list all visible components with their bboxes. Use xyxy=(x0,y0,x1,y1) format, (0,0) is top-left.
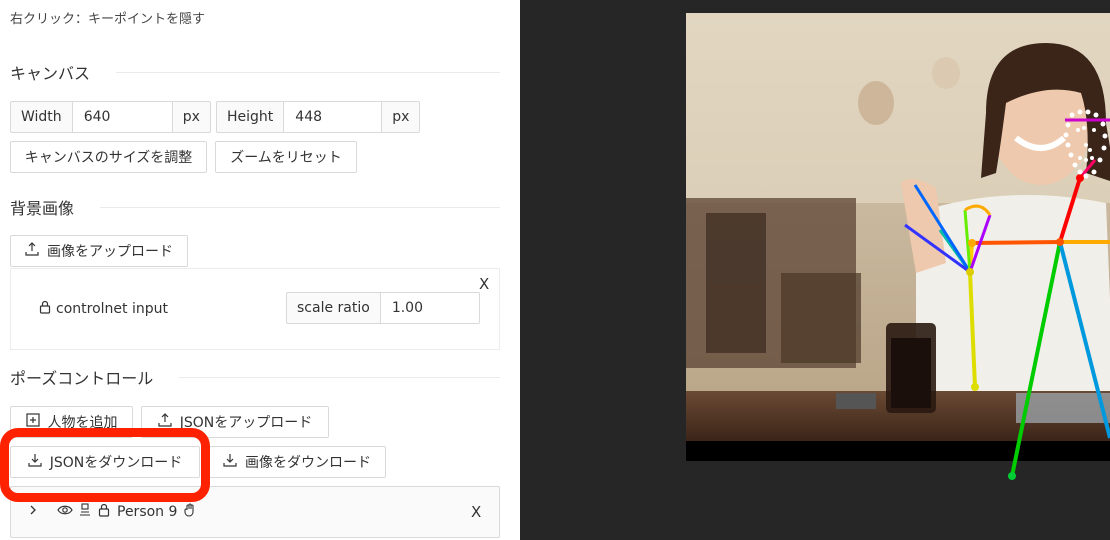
reset-zoom-button[interactable]: ズームをリセット xyxy=(215,141,357,173)
resize-canvas-label: キャンバスのサイズを調整 xyxy=(24,150,193,166)
width-input[interactable] xyxy=(71,101,173,133)
width-label: Width xyxy=(10,101,72,133)
add-person-label: 人物を追加 xyxy=(47,415,118,431)
download-icon xyxy=(223,453,237,471)
width-unit: px xyxy=(172,101,211,133)
download-json-label: JSONをダウンロード xyxy=(49,455,183,471)
resize-canvas-button[interactable]: キャンバスのサイズを調整 xyxy=(10,141,207,173)
background-section-header: 背景画像 xyxy=(10,197,500,218)
pose-canvas-area[interactable] xyxy=(520,0,1110,540)
reset-zoom-label: ズームをリセット xyxy=(230,150,342,166)
upload-json-label: JSONをアップロード xyxy=(179,415,313,431)
height-unit: px xyxy=(382,101,421,133)
upload-image-button[interactable]: 画像をアップロード xyxy=(10,235,188,267)
eye-icon[interactable] xyxy=(57,503,73,521)
download-json-button[interactable]: JSONをダウンロード xyxy=(10,446,200,478)
height-label: Height xyxy=(216,101,284,133)
scale-ratio-input[interactable] xyxy=(379,292,480,324)
person-label: Person 9 xyxy=(117,504,178,520)
background-remove-button[interactable]: X xyxy=(479,275,489,293)
add-person-button[interactable]: 人物を追加 xyxy=(10,406,133,438)
person-row[interactable]: Person 9 X xyxy=(10,486,500,538)
download-image-button[interactable]: 画像をダウンロード xyxy=(208,446,386,478)
scale-ratio-label: scale ratio xyxy=(286,292,380,324)
chevron-right-icon[interactable] xyxy=(27,504,39,520)
width-input-group: Width px xyxy=(10,101,211,133)
download-image-label: 画像をダウンロード xyxy=(245,455,371,471)
lock-icon[interactable] xyxy=(38,300,52,318)
person-row-items: Person 9 xyxy=(27,503,197,521)
background-item-name: controlnet input xyxy=(56,301,168,317)
upload-json-button[interactable]: JSONをアップロード xyxy=(141,406,329,438)
pose-section-title: ポーズコントロール xyxy=(10,369,154,388)
hand-icon[interactable] xyxy=(183,503,197,521)
section-divider xyxy=(179,376,500,378)
pose-skeleton-overlay[interactable] xyxy=(520,0,1110,540)
height-input-group: Height px xyxy=(216,101,421,133)
height-input[interactable] xyxy=(283,101,383,133)
canvas-section-header: キャンバス xyxy=(10,62,500,83)
lock-icon[interactable] xyxy=(97,503,111,521)
control-panel: 右クリック：キーポイントを隠す キャンバス Width px Height px… xyxy=(0,0,520,540)
background-section-title: 背景画像 xyxy=(10,199,75,218)
background-item-card: X controlnet input scale ratio xyxy=(10,268,500,350)
download-icon xyxy=(28,453,42,471)
upload-image-label: 画像をアップロード xyxy=(47,244,173,260)
section-divider xyxy=(100,206,500,208)
group-icon[interactable] xyxy=(79,503,91,521)
pose-section-header: ポーズコントロール xyxy=(10,367,500,388)
person-remove-button[interactable]: X xyxy=(471,503,481,521)
scale-ratio-group: scale ratio xyxy=(286,292,480,324)
canvas-section-title: キャンバス xyxy=(10,64,91,83)
hint-text: 右クリック：キーポイントを隠す xyxy=(10,12,206,27)
plus-square-icon xyxy=(25,413,40,431)
upload-icon xyxy=(25,242,39,260)
upload-icon xyxy=(158,413,172,431)
background-item-row: controlnet input xyxy=(38,300,168,318)
section-divider xyxy=(116,71,500,73)
